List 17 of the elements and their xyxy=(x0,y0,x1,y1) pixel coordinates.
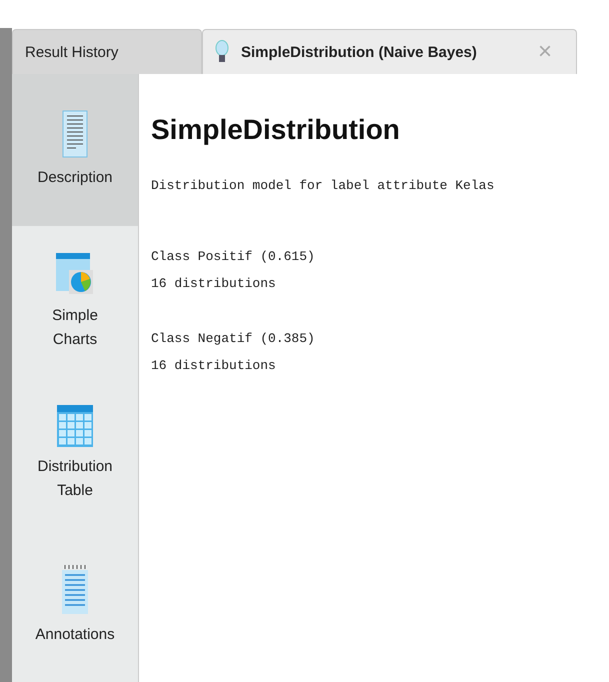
chart-icon xyxy=(55,252,95,296)
lightbulb-icon xyxy=(215,40,229,64)
notepad-icon xyxy=(61,565,89,615)
distribution-count: 16 distributions xyxy=(151,275,277,293)
distribution-count: 16 distributions xyxy=(151,357,277,375)
class-name: Class Negatif (0.385) xyxy=(151,330,316,348)
model-title: SimpleDistribution xyxy=(151,114,401,146)
class-name: Class Positif (0.615) xyxy=(151,248,316,266)
sidebar-item[interactable]: Simple Charts xyxy=(12,226,138,378)
table-icon xyxy=(57,405,93,447)
sidebar-item[interactable]: Annotations xyxy=(12,530,138,682)
tab[interactable]: Result History xyxy=(12,29,202,74)
tab[interactable]: SimpleDistribution (Naive Bayes) × xyxy=(202,29,577,74)
sidebar-item[interactable]: Description xyxy=(12,74,138,226)
model-description: Distribution model for label attribute Kelas xyxy=(151,177,496,195)
document-icon xyxy=(62,110,88,158)
sidebar-item[interactable]: Distribution Table xyxy=(12,378,138,530)
